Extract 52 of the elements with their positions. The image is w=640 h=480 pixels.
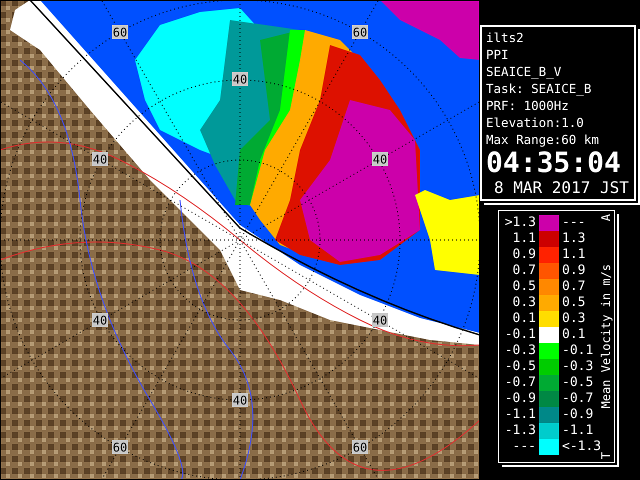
legend-value: 1.3	[562, 232, 586, 246]
range-label: 40	[232, 393, 248, 408]
legend-value: 0.1	[512, 312, 536, 326]
range-label: 40	[232, 72, 248, 86]
legend-value: -1.1	[562, 424, 594, 438]
legend-mark: T	[599, 452, 613, 459]
range-label: 40	[92, 152, 108, 166]
legend-value: -0.3	[562, 360, 594, 374]
legend-value: -0.5	[504, 360, 536, 374]
range-label: 60	[112, 440, 128, 454]
legend-value: 0.3	[512, 296, 536, 310]
legend-value: -0.3	[504, 344, 536, 358]
legend-value: -0.9	[504, 392, 536, 406]
range-label: 40	[372, 313, 388, 328]
info-line: SEAICE_B_V	[486, 63, 562, 80]
scan-date: 8 MAR 2017 JST	[494, 178, 629, 197]
legend-value: 0.1	[562, 328, 586, 342]
range-label: 40	[372, 152, 388, 166]
legend-value: ---	[512, 440, 536, 454]
legend-title: Mean Velocity in m/s	[599, 264, 613, 409]
range-label: 40	[92, 313, 108, 328]
info-line: Max Range:60 km	[486, 131, 599, 148]
scan-time: 04:35:04	[486, 148, 621, 178]
legend-value: -1.3	[504, 424, 536, 438]
info-line: PRF: 1000Hz	[486, 97, 569, 114]
legend-value: -0.7	[562, 392, 594, 406]
info-line: PPI	[486, 46, 509, 63]
legend-value: -0.5	[562, 376, 594, 390]
legend-value: 1.1	[562, 248, 586, 262]
legend-value: ---	[562, 216, 586, 230]
legend-value: -0.9	[562, 408, 594, 422]
legend-value: 0.9	[562, 264, 586, 278]
range-label: 60	[112, 25, 128, 40]
legend-value: 0.7	[512, 264, 536, 278]
range-label: 60	[352, 25, 368, 40]
legend-value: -0.7	[504, 376, 536, 390]
info-line: Elevation:1.0	[486, 114, 584, 131]
info-line: Task: SEAICE_B	[486, 80, 592, 97]
legend-mark: A	[599, 214, 613, 222]
legend-value: -0.1	[504, 328, 536, 342]
legend-value: 0.5	[562, 296, 586, 310]
legend-value: 0.7	[562, 280, 586, 294]
range-label: 60	[352, 440, 368, 454]
legend-value: 1.1	[512, 232, 536, 246]
legend-value: 0.9	[512, 248, 536, 262]
legend-value: -1.1	[504, 408, 536, 422]
legend-value: 0.5	[512, 280, 536, 294]
legend-value: -0.1	[562, 344, 594, 358]
legend-value: <-1.3	[562, 440, 598, 454]
legend-value: >1.3	[504, 216, 536, 230]
info-line: ilts2	[486, 29, 524, 46]
legend-value: 0.3	[562, 312, 586, 326]
